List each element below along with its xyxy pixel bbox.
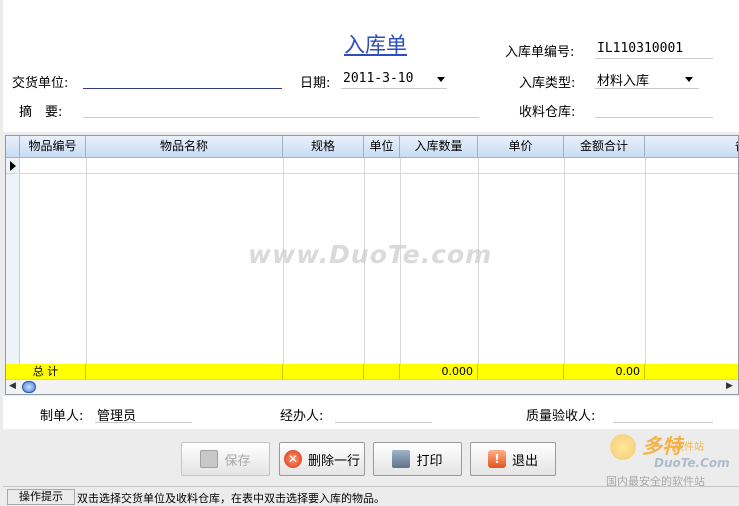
warehouse-underline (595, 117, 713, 118)
col-header-remark[interactable]: 备 (645, 136, 738, 158)
col-divider (283, 158, 284, 384)
date-dropdown-icon[interactable] (437, 77, 445, 82)
delete-x-icon: ✕ (283, 450, 302, 468)
order-no-field[interactable]: IL110310001 (597, 41, 683, 56)
total-qty: 0.000 (400, 364, 478, 379)
total-amount: 0.00 (564, 364, 645, 379)
total-cell (478, 364, 564, 379)
logo-site: DuoTe.Com (654, 456, 730, 470)
save-disk-icon (200, 450, 219, 468)
print-button-label: 打印 (416, 453, 443, 469)
row-divider (6, 173, 738, 174)
delete-row-button-label: 删除一行 (307, 453, 360, 469)
current-row-pointer-icon (10, 161, 16, 171)
save-button[interactable]: 保存 (181, 442, 270, 476)
col-header-qty[interactable]: 入库数量 (400, 136, 478, 158)
save-button-label: 保存 (224, 453, 251, 469)
print-button[interactable]: 打印 (373, 442, 462, 476)
order-no-label: 入库单编号: (505, 45, 575, 60)
date-underline (341, 88, 447, 89)
col-divider (645, 158, 646, 384)
grid-horizontal-scrollbar[interactable]: ◀ ▶ (6, 379, 738, 394)
date-label: 日期: (300, 76, 331, 91)
inspector-underline (613, 422, 713, 423)
grid-corner (6, 136, 20, 158)
maker-underline (95, 422, 192, 423)
status-label: 操作提示 (7, 489, 75, 505)
total-cell (283, 364, 364, 379)
col-header-amount[interactable]: 金额合计 (564, 136, 645, 158)
grid-header: 物品编号 物品名称 规格 单位 入库数量 单价 金额合计 备 (6, 136, 738, 158)
col-header-price[interactable]: 单价 (478, 136, 564, 158)
col-header-item-name[interactable]: 物品名称 (86, 136, 283, 158)
order-header-form: 入库单 入库单编号: IL110310001 交货单位: 日期: 2011-3-… (3, 0, 739, 132)
type-underline (595, 88, 699, 89)
page-title: 入库单 (344, 33, 407, 57)
summary-underline (83, 117, 479, 118)
delete-row-button[interactable]: ✕ 删除一行 (279, 442, 365, 476)
col-divider (364, 158, 365, 384)
scroll-right-arrow-icon[interactable]: ▶ (726, 381, 733, 391)
signature-form: 制单人: 管理员 经办人: 质量验收人: (3, 396, 739, 429)
row-selector-column[interactable] (6, 158, 20, 364)
lightbulb-icon (610, 434, 636, 460)
col-header-item-code[interactable]: 物品编号 (20, 136, 86, 158)
exit-button[interactable]: ! 退出 (470, 442, 556, 476)
status-bar: 操作提示 双击选择交货单位及收料仓库，在表中双击选择要入库的物品。 (3, 486, 739, 506)
logo-brand-suffix: 软件站 (674, 442, 704, 453)
warehouse-field[interactable] (597, 101, 713, 117)
col-divider (564, 158, 565, 384)
printer-icon (392, 450, 411, 468)
order-no-underline (595, 58, 713, 59)
summary-label: 摘 要: (19, 105, 63, 120)
scroll-thumb[interactable] (22, 381, 36, 393)
date-field[interactable]: 2011-3-10 (343, 71, 413, 86)
grid-total-row: 总 计 0.000 0.00 (6, 364, 738, 379)
total-label: 总 计 (6, 364, 86, 379)
col-divider (478, 158, 479, 384)
supplier-label: 交货单位: (12, 76, 69, 91)
col-divider (86, 158, 87, 384)
col-header-remark-label: 备 (735, 136, 738, 157)
type-label: 入库类型: (519, 76, 576, 91)
col-header-spec[interactable]: 规格 (283, 136, 364, 158)
inspector-field[interactable] (615, 405, 713, 421)
supplier-underline (83, 88, 282, 89)
handler-underline (335, 422, 432, 423)
warehouse-label: 收料仓库: (519, 105, 576, 120)
handler-field[interactable] (337, 405, 431, 421)
type-select[interactable]: 材料入库 (597, 70, 649, 89)
col-header-unit[interactable]: 单位 (364, 136, 400, 158)
inspector-label: 质量验收人: (526, 409, 596, 424)
total-cell (86, 364, 283, 379)
summary-field[interactable] (85, 101, 479, 117)
type-dropdown-icon[interactable] (685, 77, 693, 82)
exit-button-label: 退出 (511, 453, 538, 469)
maker-label: 制单人: (40, 409, 84, 424)
duote-logo-watermark: 多特 软件站 DuoTe.Com 国内最安全的软件站 (604, 428, 738, 488)
total-cell (364, 364, 400, 379)
exit-icon: ! (487, 450, 506, 468)
scroll-left-arrow-icon[interactable]: ◀ (9, 381, 16, 391)
col-divider (400, 158, 401, 384)
supplier-field[interactable] (85, 72, 281, 88)
status-text: 双击选择交货单位及收料仓库，在表中双击选择要入库的物品。 (77, 492, 385, 505)
handler-label: 经办人: (280, 409, 324, 424)
watermark-text: www.DuoTe.com (248, 240, 493, 269)
